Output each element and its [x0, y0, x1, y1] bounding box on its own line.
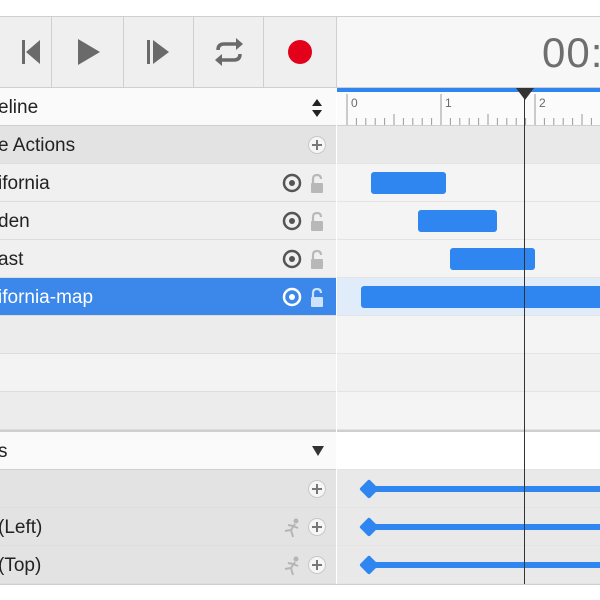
properties-header-label: s — [0, 441, 8, 462]
ruler-ticks — [346, 94, 592, 125]
add-keyframe-icon[interactable] — [307, 555, 327, 575]
bottom-edge — [0, 584, 600, 600]
layer-row-selected[interactable]: ifornia-map — [0, 278, 336, 316]
action-bar[interactable] — [361, 286, 600, 308]
eye-icon[interactable] — [281, 287, 303, 307]
layer-label: den — [0, 211, 30, 232]
add-keyframe-icon[interactable] — [307, 479, 327, 499]
keyframe-row — [337, 470, 600, 508]
lock-open-icon[interactable] — [309, 211, 325, 233]
layer-row[interactable]: ast — [0, 240, 336, 278]
motion-path-icon[interactable] — [281, 517, 303, 539]
record-button[interactable] — [264, 17, 336, 87]
empty-row — [0, 392, 336, 430]
skip-back-icon — [21, 40, 40, 64]
layer-group-label: e Actions — [0, 135, 76, 156]
step-forward-icon — [146, 40, 169, 64]
empty-row — [0, 316, 336, 354]
action-bar[interactable] — [450, 248, 535, 270]
record-icon — [288, 40, 312, 64]
repeat-icon — [214, 38, 243, 66]
tick-label: 2 — [539, 96, 546, 110]
property-label: (Top) — [0, 555, 42, 576]
skip-back-button[interactable] — [0, 17, 52, 87]
timeline-row — [337, 164, 600, 202]
play-button[interactable] — [52, 17, 124, 87]
add-keyframe-icon[interactable] — [307, 517, 327, 537]
playhead-handle[interactable] — [516, 88, 534, 100]
play-icon — [77, 39, 100, 65]
time-display: 00:0 — [336, 17, 600, 87]
lock-open-icon[interactable] — [309, 287, 325, 309]
eye-icon[interactable] — [281, 249, 303, 269]
keyframe-diamond[interactable] — [359, 479, 379, 499]
properties-header[interactable]: s — [0, 432, 336, 470]
timeline-selector-label: eline — [0, 97, 39, 118]
layer-row[interactable]: den — [0, 202, 336, 240]
step-forward-button[interactable] — [124, 17, 194, 87]
keyframe-row — [337, 546, 600, 584]
tick-label: 1 — [445, 96, 452, 110]
layers-panel: eline e Actions ifornia den ast ifornia-… — [0, 88, 336, 600]
disclosure-down-icon[interactable] — [311, 445, 325, 457]
eye-icon[interactable] — [281, 173, 303, 193]
transport-toolbar: 00:0 — [0, 16, 600, 88]
property-row[interactable] — [0, 470, 336, 508]
layer-label: ifornia-map — [0, 287, 94, 308]
layer-row[interactable]: ifornia — [0, 164, 336, 202]
keyframe-diamond[interactable] — [359, 517, 379, 537]
properties-timeline-header — [337, 432, 600, 470]
keyframe-track[interactable] — [369, 486, 600, 492]
keyframe-diamond[interactable] — [359, 555, 379, 575]
timeline-row — [337, 126, 600, 164]
lock-open-icon[interactable] — [309, 173, 325, 195]
keyframe-track[interactable] — [369, 562, 600, 568]
layer-label: ast — [0, 249, 24, 270]
timeline-selector[interactable]: eline — [0, 88, 336, 126]
eye-icon[interactable] — [281, 211, 303, 231]
action-bar[interactable] — [370, 172, 446, 194]
timeline-area[interactable]: 0 1 2 — [337, 88, 600, 600]
tick-label: 0 — [351, 96, 358, 110]
property-row[interactable]: (Left) — [0, 508, 336, 546]
timeline-row — [337, 202, 600, 240]
playhead-line[interactable] — [524, 88, 525, 585]
timeline-row — [337, 240, 600, 278]
motion-path-icon[interactable] — [281, 555, 303, 577]
time-ruler[interactable]: 0 1 2 — [337, 88, 600, 126]
empty-row — [0, 354, 336, 392]
timeline-row — [337, 392, 600, 430]
layer-group-row[interactable]: e Actions — [0, 126, 336, 164]
add-icon[interactable] — [307, 135, 327, 155]
layer-label: ifornia — [0, 173, 50, 194]
repeat-button[interactable] — [194, 17, 264, 87]
keyframe-track[interactable] — [369, 524, 600, 530]
stepper-icon — [312, 99, 322, 117]
timeline-window: 00:0 eline e Actions ifornia — [0, 0, 600, 600]
property-label: (Left) — [0, 517, 43, 538]
lock-open-icon[interactable] — [309, 249, 325, 271]
time-display-text: 00:0 — [542, 29, 600, 76]
action-bar[interactable] — [417, 210, 498, 232]
property-row[interactable]: (Top) — [0, 546, 336, 584]
keyframe-row — [337, 508, 600, 546]
timeline-row — [337, 354, 600, 392]
timeline-row-selected — [337, 278, 600, 316]
timeline-row — [337, 316, 600, 354]
